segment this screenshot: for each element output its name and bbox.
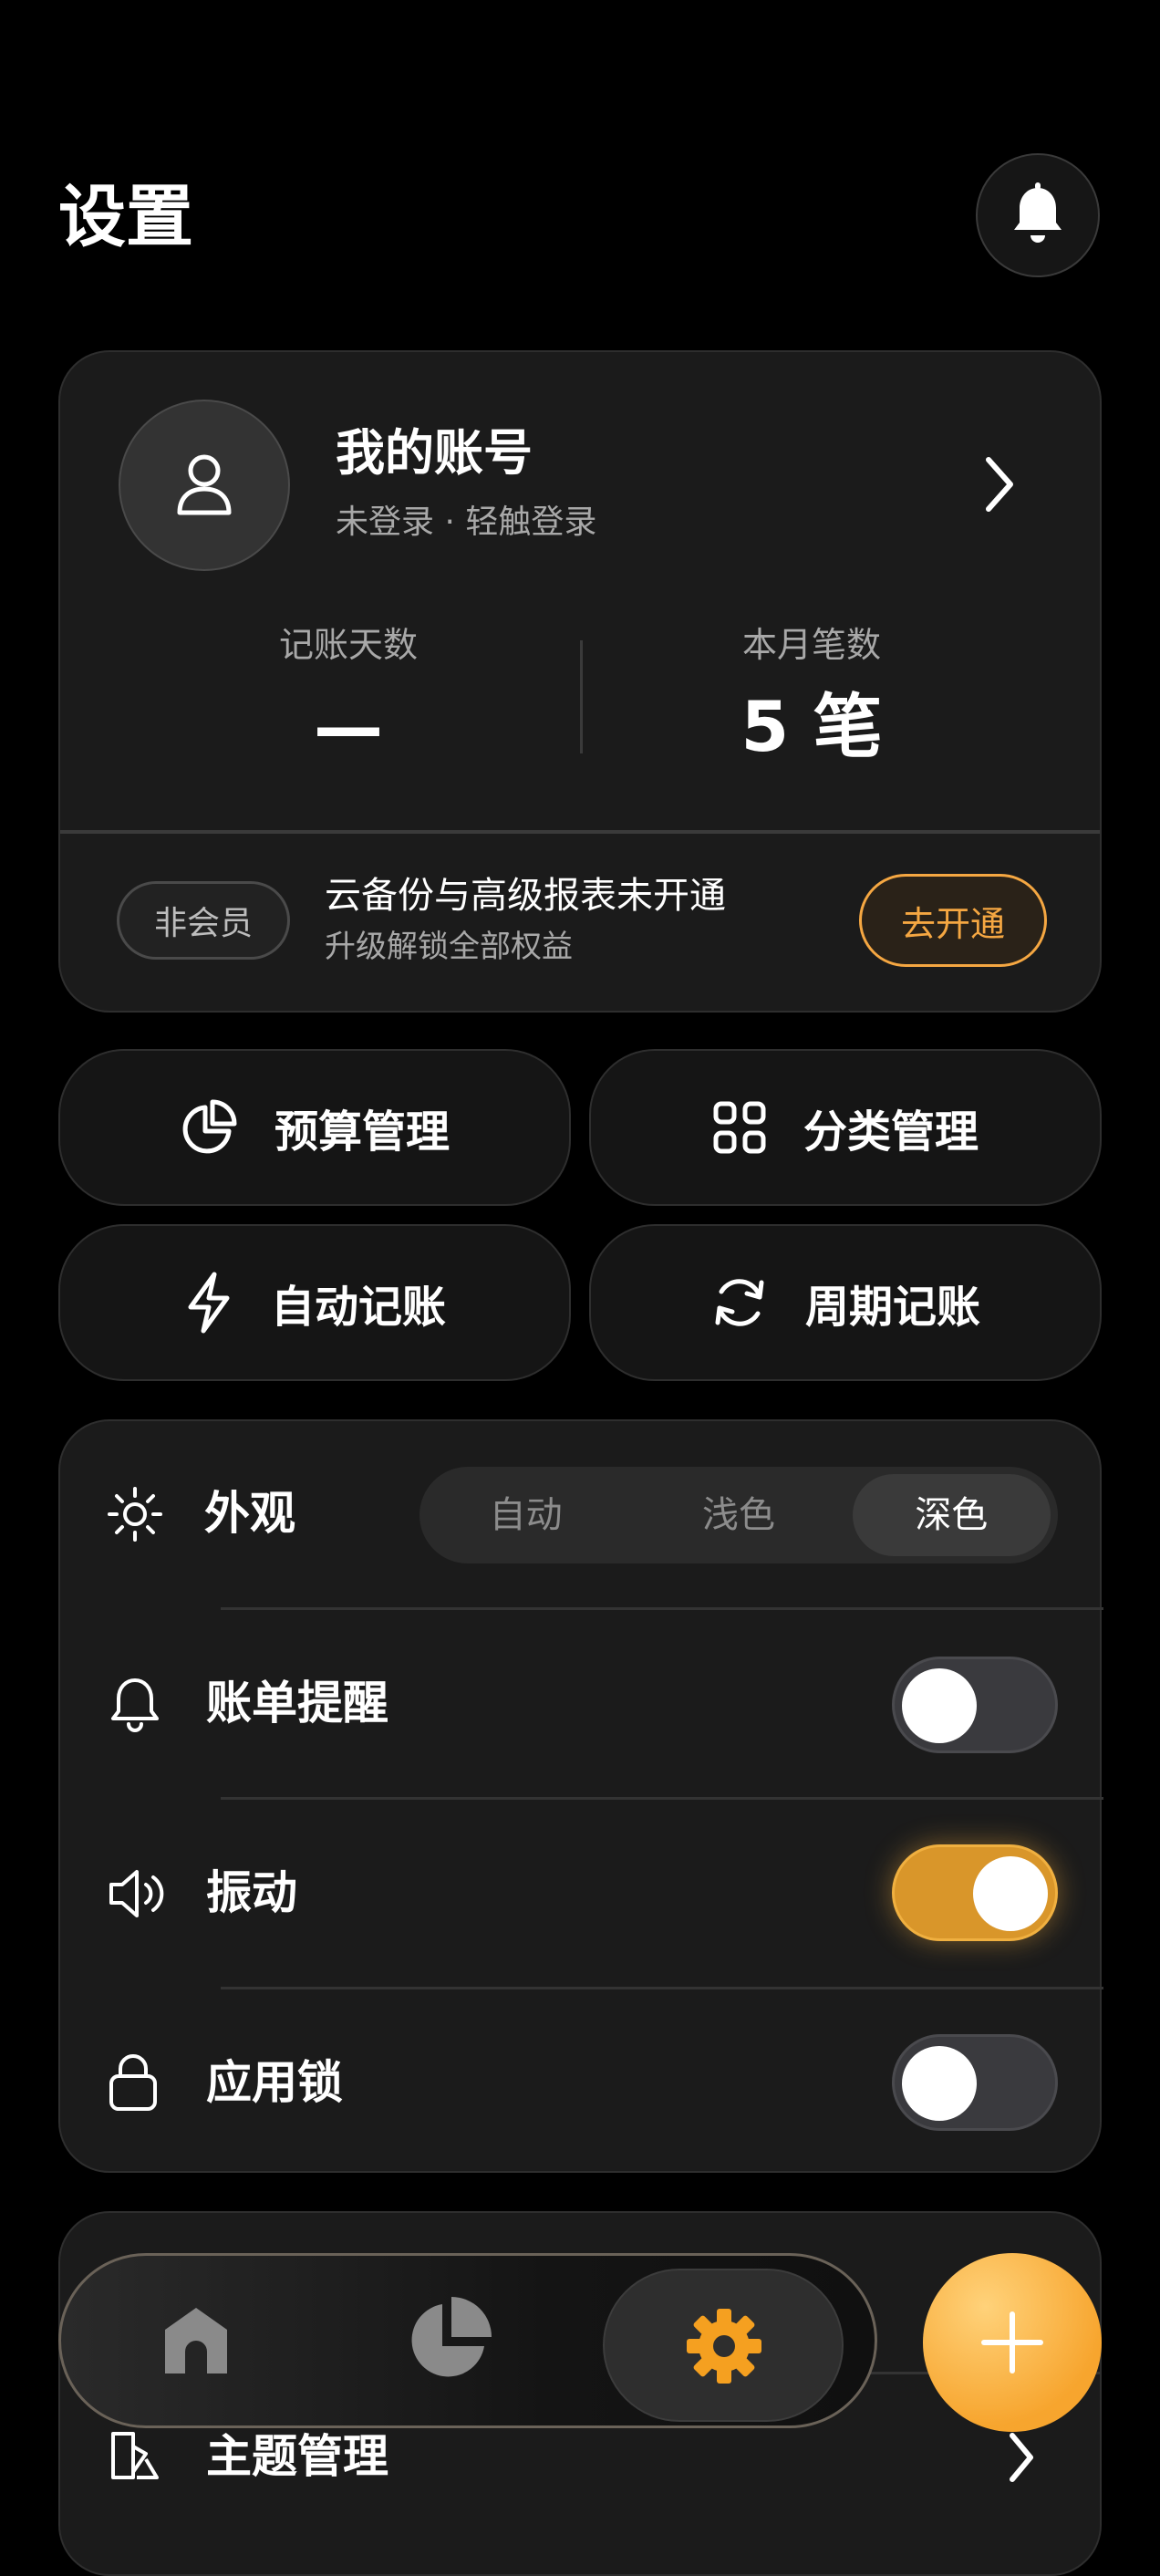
bill-reminder-toggle[interactable]: [892, 1657, 1058, 1753]
speaker-icon: [109, 1870, 164, 1917]
promo-subtitle: 升级解锁全部权益: [325, 929, 573, 965]
stat-days-value: —: [314, 686, 383, 767]
refresh-icon: [715, 1279, 764, 1326]
row-divider: [221, 1797, 1103, 1800]
add-record-button[interactable]: [923, 2253, 1102, 2432]
bell-outline-icon: [111, 1678, 159, 1732]
theme-icon: [111, 2432, 159, 2479]
vibration-label: 振动: [206, 1866, 297, 1919]
vibration-toggle[interactable]: [892, 1844, 1058, 1941]
account-name: 我的账号: [336, 424, 533, 482]
toggle-knob: [973, 1856, 1048, 1931]
tab-stats[interactable]: [366, 2256, 530, 2425]
lock-icon: [109, 2054, 157, 2111]
stat-divider: [580, 640, 583, 753]
app-lock-label: 应用锁: [206, 2056, 343, 2109]
settings-card: 外观 自动 浅色 深色 账单提醒 振动 应用锁: [58, 1419, 1103, 2173]
app-lock-toggle[interactable]: [892, 2034, 1058, 2131]
appearance-option-dark[interactable]: 深色: [852, 1474, 1051, 1556]
appearance-label: 外观: [204, 1487, 295, 1540]
chevron-right-icon[interactable]: [1005, 2430, 1038, 2485]
appearance-option-auto[interactable]: 自动: [427, 1474, 625, 1556]
quick-action-label: 预算管理: [274, 1106, 450, 1158]
tab-home[interactable]: [114, 2256, 278, 2425]
stat-count-value: 5 笔: [741, 686, 883, 767]
lightning-icon: [188, 1272, 230, 1334]
upgrade-button[interactable]: 去开通: [859, 874, 1047, 967]
promo-title: 云备份与高级报表未开通: [325, 875, 726, 917]
toggle-knob: [902, 2046, 977, 2121]
recurring-bookkeeping-button[interactable]: 周期记账: [589, 1224, 1102, 1381]
user-icon: [177, 454, 232, 515]
avatar[interactable]: [119, 400, 290, 571]
account-status: 未登录 · 轻触登录: [336, 504, 597, 541]
toggle-knob: [902, 1668, 977, 1743]
pie-chart-filled-icon: [411, 2297, 492, 2377]
appearance-segmented-control: 自动 浅色 深色: [419, 1467, 1058, 1563]
appearance-option-light[interactable]: 浅色: [639, 1474, 837, 1556]
bill-reminder-label: 账单提醒: [206, 1677, 388, 1729]
account-card[interactable]: 我的账号 未登录 · 轻触登录 记账天数 — 本月笔数 5 笔 非会员 云备份与…: [58, 350, 1102, 1013]
bell-icon: [1014, 182, 1062, 243]
quick-action-label: 周期记账: [804, 1282, 980, 1333]
tab-settings[interactable]: [603, 2269, 844, 2422]
quick-action-label: 自动记账: [270, 1282, 446, 1333]
stat-count-label: 本月笔数: [741, 625, 881, 665]
budget-management-button[interactable]: 预算管理: [58, 1049, 571, 1206]
bottom-tab-bar: [58, 2253, 877, 2428]
grid-icon: [713, 1101, 766, 1154]
gear-icon: [687, 2309, 761, 2384]
theme-management-label[interactable]: 主题管理: [206, 2425, 388, 2488]
page-title: 设置: [58, 178, 193, 256]
plus-icon: [981, 2311, 1043, 2373]
card-divider: [60, 830, 1100, 834]
category-management-button[interactable]: 分类管理: [589, 1049, 1102, 1206]
auto-bookkeeping-button[interactable]: 自动记账: [58, 1224, 571, 1381]
stat-days-label: 记账天数: [278, 625, 418, 665]
pie-chart-icon: [182, 1099, 237, 1154]
membership-badge: 非会员: [117, 881, 290, 960]
chevron-right-icon: [986, 457, 1013, 512]
notification-button[interactable]: [976, 153, 1100, 277]
row-divider: [221, 1607, 1103, 1610]
row-divider: [221, 1987, 1103, 1989]
sun-icon: [108, 1487, 162, 1542]
home-icon: [165, 2308, 227, 2373]
quick-action-label: 分类管理: [803, 1106, 979, 1158]
